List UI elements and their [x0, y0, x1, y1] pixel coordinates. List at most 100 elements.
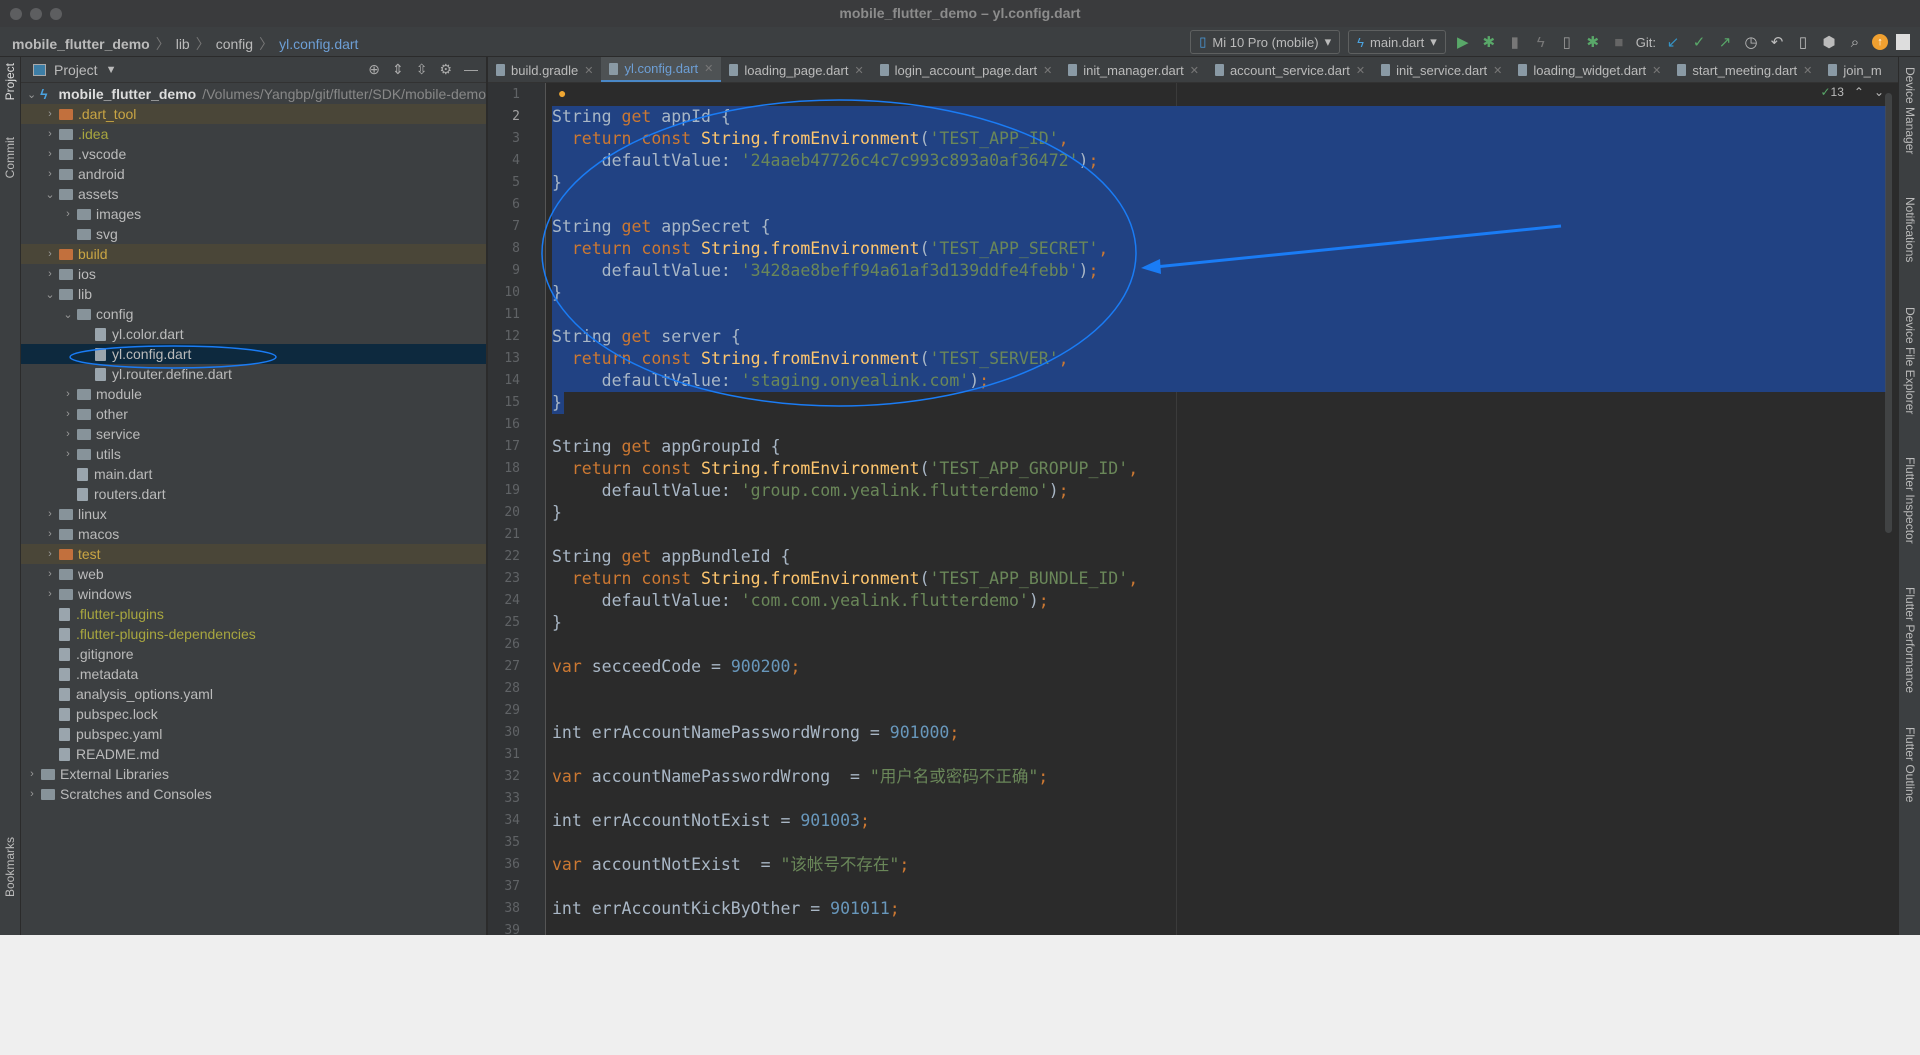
tree-item[interactable]: › .vscode	[21, 144, 486, 164]
chevron-right-icon[interactable]: ›	[41, 568, 59, 580]
tree-item[interactable]: analysis_options.yaml	[21, 684, 486, 704]
chevron-right-icon[interactable]: ›	[41, 148, 59, 160]
locate-icon[interactable]: ⊕	[368, 61, 380, 78]
chevron-right-icon[interactable]: ›	[59, 408, 77, 420]
chevron-right-icon[interactable]: ›	[23, 788, 41, 800]
breadcrumb-project[interactable]: mobile_flutter_demo	[12, 36, 150, 52]
tree-item[interactable]: ⌄ lib	[21, 284, 486, 304]
tree-item[interactable]: › build	[21, 244, 486, 264]
sdk-manager-icon[interactable]: ⬢	[1820, 33, 1838, 51]
tree-item[interactable]: › service	[21, 424, 486, 444]
device-selector[interactable]: ▯ Mi 10 Pro (mobile) ▾	[1190, 30, 1341, 54]
tab-init-service-dart[interactable]: init_service.dart ✕	[1373, 57, 1510, 82]
tab-loading-widget-dart[interactable]: loading_widget.dart ✕	[1510, 57, 1669, 82]
flutter-performance-tab[interactable]: Flutter Performance	[1903, 587, 1917, 693]
lightbulb-icon[interactable]: ●	[558, 85, 566, 101]
project-view-title[interactable]: Project	[54, 62, 98, 78]
debug-icon[interactable]: ✱	[1480, 33, 1498, 51]
tree-item[interactable]: › web	[21, 564, 486, 584]
close-tab-icon[interactable]: ✕	[1190, 64, 1199, 77]
git-push-icon[interactable]: ↗	[1716, 33, 1734, 51]
chevron-right-icon[interactable]: ›	[41, 128, 59, 140]
tree-item[interactable]: › windows	[21, 584, 486, 604]
tree-item[interactable]: main.dart	[21, 464, 486, 484]
tab-join-m[interactable]: join_m	[1820, 57, 1889, 82]
tree-item[interactable]: .flutter-plugins	[21, 604, 486, 624]
expand-all-icon[interactable]: ⇕	[392, 61, 404, 78]
run-config-selector[interactable]: ϟ main.dart ▾	[1348, 30, 1446, 54]
chevron-down-icon[interactable]: ▼	[106, 64, 117, 76]
project-tool-tab[interactable]: Project	[3, 63, 17, 100]
tree-item[interactable]: .metadata	[21, 664, 486, 684]
chevron-right-icon[interactable]: ›	[41, 508, 59, 520]
collapse-all-icon[interactable]: ⇳	[416, 61, 428, 78]
tab-start-meeting-dart[interactable]: start_meeting.dart ✕	[1669, 57, 1820, 82]
tab-yl-config-dart[interactable]: yl.config.dart ✕	[601, 57, 722, 82]
editor-scrollbar[interactable]	[1885, 93, 1892, 533]
tree-item[interactable]: svg	[21, 224, 486, 244]
close-tab-icon[interactable]: ✕	[704, 62, 713, 75]
tree-item[interactable]: yl.config.dart	[21, 344, 486, 364]
chevron-up-icon[interactable]: ⌃	[1854, 85, 1864, 99]
hide-icon[interactable]: —	[464, 61, 478, 78]
chevron-down-icon[interactable]: ⌄	[59, 308, 77, 321]
run-icon[interactable]: ▶	[1454, 33, 1472, 51]
chevron-right-icon[interactable]: ›	[41, 108, 59, 120]
chevron-right-icon[interactable]: ›	[59, 428, 77, 440]
inspection-widget[interactable]: ✓13 ⌃ ⌄	[1820, 85, 1884, 99]
device-file-explorer-tab[interactable]: Device File Explorer	[1903, 307, 1917, 414]
attach-icon[interactable]: ▮	[1506, 33, 1524, 51]
tab-build-gradle[interactable]: build.gradle ✕	[488, 57, 601, 82]
flutter-inspector-tab[interactable]: Flutter Inspector	[1903, 457, 1917, 544]
bookmarks-tool-tab[interactable]: Bookmarks	[3, 837, 17, 897]
breadcrumb-lib[interactable]: lib	[176, 36, 190, 52]
chevron-right-icon[interactable]: ›	[41, 588, 59, 600]
close-tab-icon[interactable]: ✕	[1356, 64, 1365, 77]
tree-item[interactable]: yl.color.dart	[21, 324, 486, 344]
tree-item[interactable]: › macos	[21, 524, 486, 544]
tree-item[interactable]: .flutter-plugins-dependencies	[21, 624, 486, 644]
code-editor[interactable]: 1 2 String get appId {3 return const Strin…	[488, 83, 1898, 935]
tree-item[interactable]: › linux	[21, 504, 486, 524]
tab-login-account-page-dart[interactable]: login_account_page.dart ✕	[872, 57, 1061, 82]
more-tabs-button[interactable]: ⌄ ⋮	[1890, 57, 1899, 82]
stop-icon[interactable]: ■	[1610, 34, 1628, 51]
tree-item[interactable]: .gitignore	[21, 644, 486, 664]
chevron-down-icon[interactable]: ⌄	[41, 288, 59, 301]
breadcrumb-file[interactable]: yl.config.dart	[279, 36, 358, 52]
chevron-right-icon[interactable]: ›	[41, 548, 59, 560]
tree-item[interactable]: ⌄ assets	[21, 184, 486, 204]
close-tab-icon[interactable]: ✕	[1652, 64, 1661, 77]
device-manager-tab[interactable]: Device Manager	[1903, 67, 1917, 154]
tree-item[interactable]: › .idea	[21, 124, 486, 144]
flutter-outline-tab[interactable]: Flutter Outline	[1903, 727, 1917, 802]
tab-account-service-dart[interactable]: account_service.dart ✕	[1207, 57, 1373, 82]
tree-item[interactable]: › other	[21, 404, 486, 424]
device-mirror-icon[interactable]: ▯	[1558, 33, 1576, 51]
minimize-window-button[interactable]	[30, 8, 42, 20]
chevron-right-icon[interactable]: ›	[23, 768, 41, 780]
tree-item[interactable]: README.md	[21, 744, 486, 764]
tree-item[interactable]: › images	[21, 204, 486, 224]
gear-icon[interactable]: ⚙	[439, 61, 452, 78]
tree-item[interactable]: › Scratches and Consoles	[21, 784, 486, 804]
close-tab-icon[interactable]: ✕	[1493, 64, 1502, 77]
tree-item[interactable]: pubspec.yaml	[21, 724, 486, 744]
git-update-icon[interactable]: ↙	[1664, 33, 1682, 51]
commit-tool-tab[interactable]: Commit	[3, 137, 17, 178]
avatar[interactable]	[1896, 34, 1910, 50]
close-tab-icon[interactable]: ✕	[1803, 64, 1812, 77]
update-icon[interactable]: ↑	[1872, 34, 1888, 50]
hot-reload-icon[interactable]: ϟ	[1532, 34, 1550, 51]
tree-item[interactable]: routers.dart	[21, 484, 486, 504]
chevron-right-icon[interactable]: ›	[59, 208, 77, 220]
rollback-icon[interactable]: ↶	[1768, 33, 1786, 51]
close-tab-icon[interactable]: ✕	[1043, 64, 1052, 77]
chevron-right-icon[interactable]: ›	[59, 448, 77, 460]
attach-debugger-icon[interactable]: ✱	[1584, 33, 1602, 51]
close-tab-icon[interactable]: ✕	[584, 64, 593, 77]
close-window-button[interactable]	[10, 8, 22, 20]
tree-item[interactable]: › module	[21, 384, 486, 404]
tree-item[interactable]: ⌄ ϟ mobile_flutter_demo/Volumes/Yangbp/git…	[21, 84, 486, 104]
search-icon[interactable]: ⌕	[1846, 34, 1864, 51]
